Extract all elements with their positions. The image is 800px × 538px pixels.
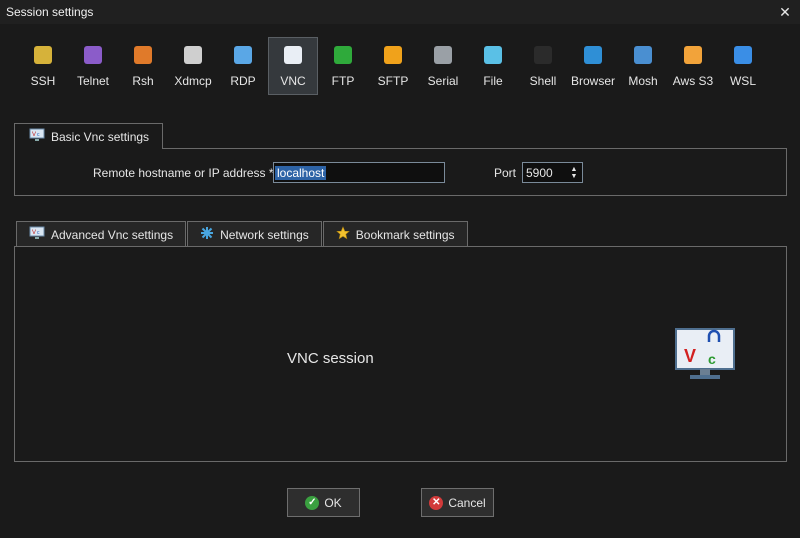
check-icon: ✓: [305, 495, 320, 510]
tool-ssh[interactable]: SSH: [18, 37, 68, 95]
hostname-label: Remote hostname or IP address *: [93, 166, 274, 180]
tab-basic-label: Basic Vnc settings: [51, 129, 150, 144]
ok-button[interactable]: ✓ OK: [287, 488, 360, 517]
tool-vnc[interactable]: VNC: [268, 37, 318, 95]
tool-serial[interactable]: Serial: [418, 37, 468, 95]
svg-text:V: V: [32, 230, 36, 236]
network-icon: [200, 226, 214, 243]
tool-rsh[interactable]: Rsh: [118, 37, 168, 95]
tool-label: VNC: [280, 74, 306, 88]
tool-label: SFTP: [377, 74, 409, 88]
svg-text:V: V: [32, 132, 36, 138]
tool-file[interactable]: File: [468, 37, 518, 95]
svg-text:V: V: [684, 346, 696, 366]
terminal-icon: [534, 46, 552, 64]
advanced-settings-panel: [14, 246, 787, 462]
panel-title: VNC session: [287, 350, 374, 367]
ok-label: OK: [324, 495, 342, 510]
port-spinner[interactable]: ▲ ▼: [568, 164, 580, 181]
tool-sftp[interactable]: SFTP: [368, 37, 418, 95]
vnc-icon: [284, 46, 302, 64]
close-button[interactable]: ✕: [770, 0, 800, 24]
tool-label: Xdmcp: [174, 74, 212, 88]
tool-label: WSL: [729, 74, 756, 88]
svg-text:c: c: [708, 351, 716, 367]
tool-rdp[interactable]: RDP: [218, 37, 268, 95]
tool-label: Serial: [427, 74, 459, 88]
tool-browser[interactable]: Browser: [568, 37, 618, 95]
title-bar: Session settings ✕: [0, 0, 800, 24]
tab-advanced-label: Advanced Vnc settings: [51, 227, 174, 242]
tool-label: Browser: [570, 74, 615, 88]
tab-advanced-vnc-settings[interactable]: Vc Advanced Vnc settings: [16, 221, 187, 247]
key-icon: [34, 46, 52, 64]
tool-label: File: [483, 74, 503, 88]
tab-network-settings[interactable]: Network settings: [187, 221, 322, 247]
tool-label: Shell: [529, 74, 557, 88]
tool-shell[interactable]: Shell: [518, 37, 568, 95]
vnc-session-icon: V c: [675, 328, 735, 379]
tool-wsl[interactable]: WSL: [718, 37, 768, 95]
port-value: 5900: [526, 165, 553, 180]
tool-label: Aws S3: [672, 74, 714, 88]
tool-mosh[interactable]: Mosh: [618, 37, 668, 95]
tool-label: Mosh: [628, 74, 658, 88]
port-label: Port: [494, 166, 517, 180]
file-icon: [484, 46, 502, 64]
tool-label: RDP: [230, 74, 256, 88]
rdp-icon: [234, 46, 252, 64]
hostname-value: localhost: [275, 165, 327, 180]
tool-xdmcp[interactable]: Xdmcp: [168, 37, 218, 95]
hostname-input[interactable]: localhost: [273, 162, 445, 183]
tab-bookmark-label: Bookmark settings: [355, 227, 455, 242]
session-type-toolbar: SSH Telnet Rsh Xdmcp RDP VNC FTP SFTP Serial File…: [18, 37, 768, 95]
sftp-icon: [384, 46, 402, 64]
serial-plug-icon: [434, 46, 452, 64]
tab-bookmark-settings[interactable]: Bookmark settings: [322, 221, 468, 247]
tool-aws-s3[interactable]: Aws S3: [668, 37, 718, 95]
vnc-monitor-icon: Vc: [29, 128, 45, 145]
tool-ftp[interactable]: FTP: [318, 37, 368, 95]
tool-label: Rsh: [132, 74, 154, 88]
telnet-icon: [84, 46, 102, 64]
port-input[interactable]: 5900 ▲ ▼: [522, 162, 583, 183]
tab-network-label: Network settings: [220, 227, 309, 242]
tool-label: FTP: [331, 74, 355, 88]
browser-globe-icon: [584, 46, 602, 64]
chevron-down-icon[interactable]: ▼: [571, 173, 578, 180]
tool-telnet[interactable]: Telnet: [68, 37, 118, 95]
vnc-monitor-icon: Vc: [29, 226, 45, 243]
aws-s3-icon: [684, 46, 702, 64]
tool-label: SSH: [30, 74, 56, 88]
antenna-icon: [634, 46, 652, 64]
rsh-icon: [134, 46, 152, 64]
ftp-globe-icon: [334, 46, 352, 64]
cancel-icon: ✕: [429, 495, 444, 510]
settings-tabs: Vc Advanced Vnc settings Network setting…: [16, 221, 469, 247]
cancel-label: Cancel: [448, 495, 486, 510]
chevron-up-icon[interactable]: ▲: [571, 166, 578, 173]
windows-icon: [734, 46, 752, 64]
window-title: Session settings: [6, 5, 94, 19]
star-icon: [336, 226, 350, 243]
cancel-button[interactable]: ✕ Cancel: [421, 488, 494, 517]
tab-basic-vnc-settings[interactable]: Vc Basic Vnc settings: [14, 123, 163, 149]
close-icon: ✕: [779, 3, 791, 20]
x-icon: [184, 46, 202, 64]
tool-label: Telnet: [76, 74, 110, 88]
